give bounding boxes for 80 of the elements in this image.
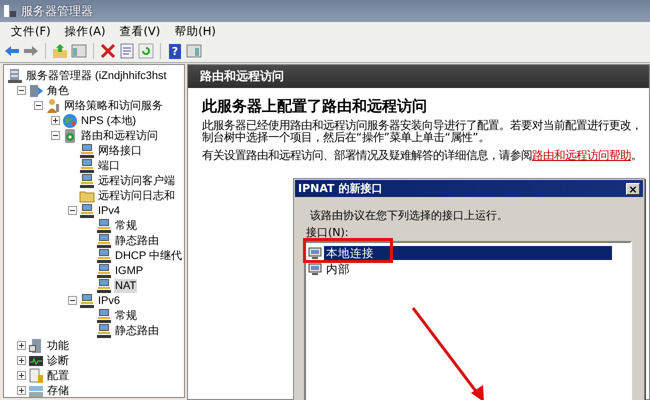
tree-item[interactable]: 功能 (46, 338, 70, 352)
expand-icon[interactable] (16, 386, 26, 395)
computer-icon (79, 292, 95, 308)
tree-item[interactable]: 网络接口 (97, 144, 143, 158)
computer-icon (96, 232, 112, 248)
tree-item[interactable]: NPS (本地) (80, 114, 137, 128)
tree-item[interactable]: 静态路由 (114, 234, 160, 248)
computer-icon (96, 322, 112, 338)
description-text: 制台树中选择一个项目，然后在“操作”菜单上单击“属性”。 (202, 132, 490, 144)
expand-icon[interactable] (16, 341, 26, 350)
tree-item[interactable]: DHCP 中继代 (114, 248, 184, 262)
tree-item[interactable]: 存储 (46, 384, 70, 397)
pane-title: 路由和远程访问 (200, 68, 284, 85)
network-adapter-icon (308, 262, 322, 276)
tree-item[interactable]: NAT (114, 278, 138, 292)
computer-icon (96, 308, 112, 324)
close-button[interactable]: × (626, 182, 640, 194)
collapse-icon[interactable] (34, 101, 42, 110)
description-text: 此服务器已经使用路由和远程访问服务器安装向导进行了配置。若要对当前配置进行更改， (202, 120, 643, 132)
server-icon (28, 338, 44, 354)
computer-icon (96, 262, 112, 278)
folder-up-icon[interactable] (52, 43, 68, 59)
collapse-icon[interactable] (16, 86, 26, 95)
computer-icon (96, 278, 112, 294)
tree-item[interactable]: 角色 (46, 84, 70, 98)
tree-item[interactable]: 常规 (114, 218, 138, 232)
computer-icon (96, 218, 112, 234)
dialog-prompt: 该路由协议在您下列选择的接口上运行。 (310, 208, 509, 223)
collapse-icon[interactable] (68, 206, 76, 215)
tree-item[interactable]: 远程访问日志和 (97, 188, 176, 202)
window-title: 服务器管理器 (21, 2, 93, 20)
help-text: 有关设置路由和远程访问、部署情况及疑难解答的详细信息，请参阅路由和远程访问帮助。 (202, 148, 643, 163)
globe-icon (62, 112, 78, 128)
tree-item[interactable]: IPv4 (97, 204, 122, 218)
expand-icon[interactable] (16, 356, 26, 365)
server-icon (7, 68, 23, 84)
user-icon (45, 98, 61, 114)
document-icon (28, 368, 44, 384)
menu-item[interactable]: 查看(V) (114, 24, 170, 38)
router-icon (62, 128, 78, 144)
menu-item[interactable]: 操作(A) (60, 24, 114, 38)
help-link[interactable]: 路由和远程访问帮助 (532, 149, 631, 162)
expand-icon[interactable] (16, 371, 26, 380)
collapse-icon[interactable] (50, 131, 60, 140)
back-icon[interactable] (4, 43, 20, 59)
refresh-icon[interactable] (138, 43, 154, 59)
tree-item[interactable]: 网络策略和访问服务 (63, 98, 164, 112)
list-label: 接口(N): (306, 226, 350, 239)
tree-item[interactable]: IGMP (114, 264, 144, 278)
menu-item[interactable]: 文件(F) (6, 24, 60, 38)
properties-icon[interactable] (119, 43, 135, 59)
expand-icon[interactable] (50, 116, 60, 125)
tree-item[interactable]: 端口 (97, 158, 121, 172)
computer-icon (79, 158, 95, 174)
panel-icon[interactable] (71, 43, 87, 59)
computer-icon (79, 172, 95, 188)
collapse-icon[interactable] (68, 296, 76, 305)
window-icon (3, 4, 17, 18)
pane-heading: 此服务器上配置了路由和远程访问 (202, 97, 428, 116)
tree-item[interactable]: 远程访问客户端 (97, 174, 176, 188)
tree-item[interactable]: 服务器管理器 (iZndjhhifc3hst (25, 68, 168, 82)
menu-item[interactable]: 帮助(H) (169, 24, 225, 38)
network-adapter-icon (308, 246, 322, 260)
tree-item[interactable]: 配置 (46, 368, 70, 382)
delete-icon[interactable] (100, 43, 116, 59)
dialog-title: IPNAT 的新接口 (298, 181, 382, 196)
tree-item[interactable]: 常规 (114, 308, 138, 322)
tree-item[interactable]: 诊断 (46, 354, 70, 368)
tree-item[interactable]: IPv6 (97, 294, 122, 308)
server-icon (28, 82, 44, 98)
tree-item[interactable]: 静态路由 (114, 324, 160, 338)
tree-item[interactable]: 路由和远程访问 (80, 128, 159, 142)
panel-icon[interactable] (186, 43, 202, 59)
help-icon[interactable]: ? (169, 44, 181, 58)
computer-icon (79, 202, 95, 218)
interface-item[interactable]: 内部 (324, 262, 612, 276)
forward-icon[interactable] (23, 43, 39, 59)
interface-item[interactable]: 本地连接 (324, 246, 612, 260)
computer-icon (96, 248, 112, 264)
computer-icon (79, 142, 95, 158)
